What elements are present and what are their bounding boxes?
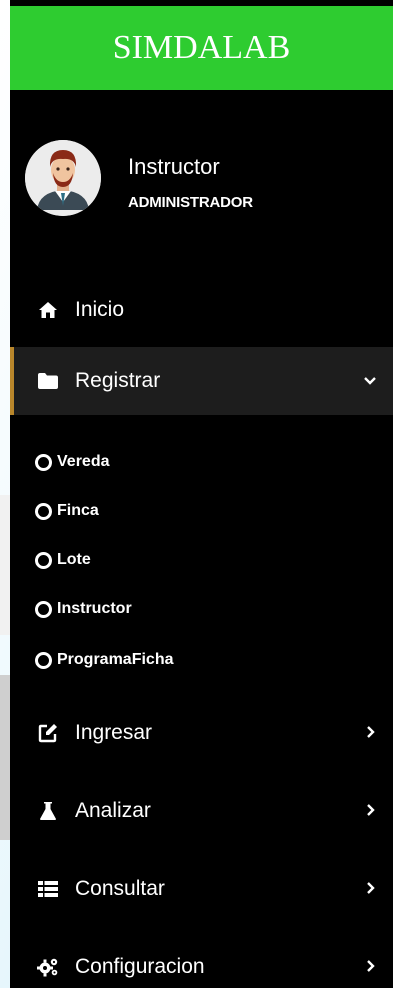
avatar (25, 140, 101, 216)
sidebar-item-consultar[interactable]: Consultar (10, 855, 393, 923)
circle-icon (35, 502, 52, 520)
flask-icon (37, 800, 59, 822)
brand-title[interactable]: SIMDALAB (10, 6, 393, 90)
circle-icon (35, 453, 52, 471)
sidebar-item-analizar[interactable]: Analizar (10, 777, 393, 845)
submenu-item-programaficha[interactable]: ProgramaFicha (10, 640, 393, 680)
circle-icon (35, 551, 52, 569)
sidebar-item-label: Configuracion (75, 955, 205, 978)
sidebar-item-label: Consultar (75, 877, 165, 900)
chevron-right-icon (361, 723, 379, 741)
submenu-item-instructor[interactable]: Instructor (10, 589, 393, 629)
folder-icon (37, 370, 59, 392)
list-icon (37, 878, 59, 900)
sidebar-item-label: Inicio (75, 298, 125, 321)
submenu-item-label: Vereda (57, 453, 110, 470)
sidebar-item-ingresar[interactable]: Ingresar (10, 699, 393, 767)
submenu-item-label: Instructor (57, 600, 132, 617)
chevron-right-icon (361, 879, 379, 897)
sidebar-item-configuracion[interactable]: Configuracion (10, 933, 393, 988)
chevron-right-icon (361, 957, 379, 975)
chevron-right-icon (361, 801, 379, 819)
sidebar: SIMDALAB Instructor ADMINISTRADOR Inicio (10, 0, 393, 988)
user-role: ADMINISTRADOR (128, 194, 253, 211)
chevron-down-icon (361, 371, 379, 389)
submenu-item-vereda[interactable]: Vereda (10, 442, 393, 482)
submenu-item-label: Lote (57, 551, 91, 568)
circle-icon (35, 600, 52, 618)
sidebar-item-label: Registrar (75, 369, 161, 392)
edit-icon (37, 722, 59, 744)
sidebar-item-label: Ingresar (75, 721, 153, 744)
submenu-item-lote[interactable]: Lote (10, 540, 393, 580)
sidebar-item-label: Analizar (75, 799, 151, 822)
user-name: Instructor (128, 154, 220, 179)
circle-icon (35, 651, 52, 669)
submenu-item-finca[interactable]: Finca (10, 491, 393, 531)
submenu-item-label: Finca (57, 502, 99, 519)
sidebar-item-inicio[interactable]: Inicio (10, 276, 393, 344)
home-icon (37, 299, 59, 321)
cogs-icon (37, 956, 59, 978)
sidebar-item-registrar[interactable]: Registrar (10, 347, 393, 415)
submenu-item-label: ProgramaFicha (57, 651, 174, 668)
user-panel: Instructor ADMINISTRADOR (10, 138, 393, 223)
